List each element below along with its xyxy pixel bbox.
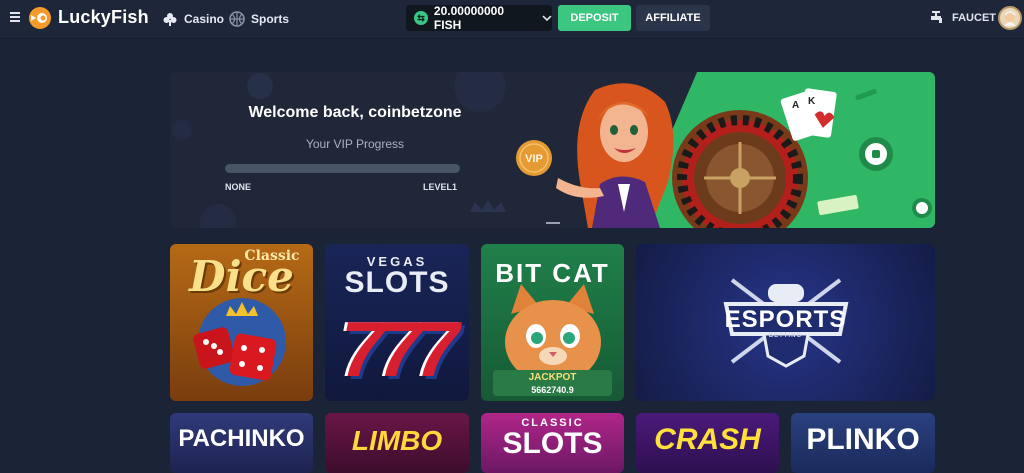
hero-illustration: A K VIP bbox=[516, 83, 932, 228]
svg-text:A: A bbox=[792, 100, 799, 111]
balance-selector[interactable]: ⇆ 20.00000000 FISH bbox=[406, 4, 552, 32]
fish-coin-icon: ⇆ bbox=[414, 11, 428, 25]
vip-progress-title: Your VIP Progress bbox=[305, 137, 405, 151]
game-title: BIT CAT bbox=[495, 258, 610, 288]
welcome-heading: Welcome back, coinbetzone bbox=[248, 104, 462, 121]
game-tile-plinko[interactable]: PLINKO bbox=[791, 413, 935, 473]
game-title: ESPORTS bbox=[724, 306, 847, 333]
brand-name[interactable]: LuckyFish bbox=[58, 7, 149, 28]
game-artwork-777: 777 bbox=[340, 305, 459, 393]
game-title: Dice bbox=[189, 252, 294, 301]
nav-sports[interactable]: Sports bbox=[229, 11, 289, 27]
balance-amount: 20.00000000 FISH bbox=[433, 4, 504, 32]
deposit-button[interactable]: DEPOSIT bbox=[558, 5, 631, 31]
svg-text:K: K bbox=[808, 96, 816, 107]
chevron-down-icon bbox=[542, 15, 552, 22]
game-title: CRASH bbox=[654, 423, 761, 456]
vip-progress-bar bbox=[225, 164, 460, 173]
game-tile-classic-slots[interactable]: CLASSIC SLOTS bbox=[481, 413, 624, 473]
level-from-label: NONE bbox=[225, 182, 252, 192]
basketball-icon bbox=[229, 11, 245, 27]
game-tile-crash[interactable]: CRASH bbox=[636, 413, 779, 473]
jackpot-badge: JACKPOT bbox=[528, 372, 577, 383]
game-tile-limbo[interactable]: LIMBO bbox=[325, 413, 469, 473]
level-to-label: LEVEL1 bbox=[423, 182, 458, 192]
user-avatar[interactable] bbox=[998, 6, 1022, 30]
game-tile-dice[interactable]: Classic Dice bbox=[170, 244, 313, 401]
svg-text:VIP: VIP bbox=[525, 153, 543, 165]
game-title: SLOTS bbox=[344, 266, 450, 299]
game-tile-pachinko[interactable]: PACHINKO bbox=[170, 413, 313, 473]
game-title: PACHINKO bbox=[178, 425, 305, 452]
vip-hero-banner[interactable]: Welcome back, coinbetzone Your VIP Progr… bbox=[170, 72, 935, 228]
game-tile-bit-cat[interactable]: BIT CAT JACKPOT 5662740.9 bbox=[481, 244, 624, 401]
faucet-icon bbox=[931, 11, 942, 23]
logo-icon[interactable] bbox=[28, 6, 52, 30]
game-tile-vegas-slots[interactable]: VEGAS SLOTS 777 bbox=[325, 244, 469, 401]
game-subtitle: BETTING bbox=[768, 333, 803, 339]
game-tile-esports[interactable]: ESPORTS BETTING bbox=[636, 244, 935, 401]
faucet-label: FAUCET bbox=[952, 12, 996, 24]
club-icon bbox=[163, 13, 177, 26]
game-title: SLOTS bbox=[502, 427, 603, 460]
game-title: LIMBO bbox=[351, 425, 443, 456]
nav-casino-label: Casino bbox=[184, 12, 225, 26]
jackpot-amount: 5662740.9 bbox=[531, 385, 574, 395]
top-bar: LuckyFish Casino Sports ⇆ 20.00000000 FI… bbox=[0, 0, 1024, 39]
roulette-wheel-icon bbox=[672, 110, 808, 228]
vip-coin-icon: VIP bbox=[516, 140, 552, 176]
affiliate-button[interactable]: AFFILIATE bbox=[636, 5, 710, 31]
game-title: PLINKO bbox=[806, 423, 920, 456]
nav-sports-label: Sports bbox=[251, 12, 290, 26]
avatar-face-icon bbox=[1004, 11, 1016, 26]
hamburger-menu-icon[interactable] bbox=[10, 12, 20, 24]
nav-casino[interactable]: Casino bbox=[162, 11, 224, 27]
carousel-indicator[interactable] bbox=[546, 222, 560, 224]
faucet-button[interactable]: FAUCET bbox=[930, 11, 996, 25]
vip-hostess-illustration bbox=[556, 83, 674, 228]
